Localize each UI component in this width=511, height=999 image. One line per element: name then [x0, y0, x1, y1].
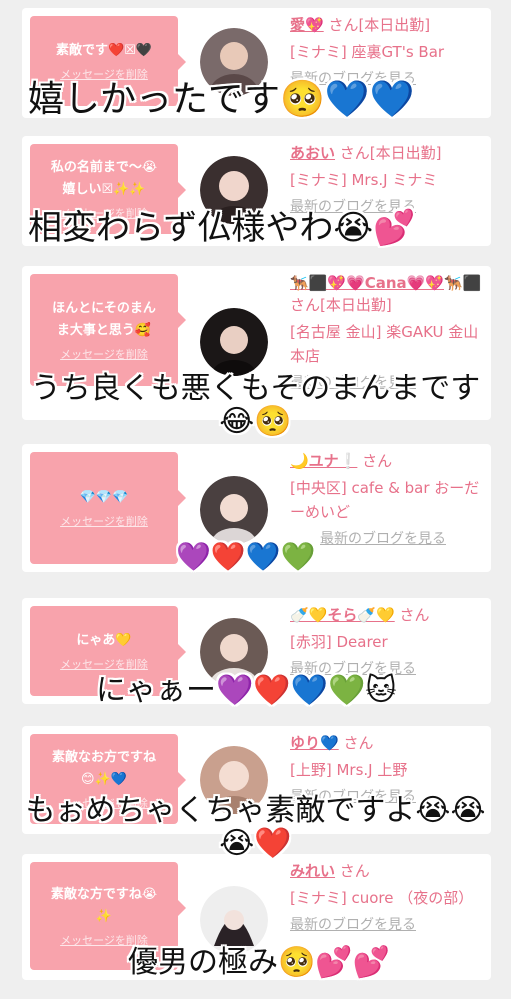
- message-text: 私の名前まで〜😭 嬉しい☒✨✨: [50, 160, 158, 197]
- message-text: 素敵です❤️☒🖤: [55, 43, 153, 58]
- shop-name: [中央区] cafe & bar おーだーめいど: [290, 479, 480, 521]
- sender-name[interactable]: 愛💖: [290, 16, 324, 34]
- overlay-caption: 優男の極み🥺💕💕: [128, 945, 391, 980]
- sender-suffix: さん[本日出勤]: [323, 16, 431, 34]
- message-feed: 素敵です❤️☒🖤 メッセージを削除 愛💖 さん[本日出勤] [ミナミ] 座裏GT…: [0, 0, 511, 999]
- sender-name[interactable]: あおい: [290, 144, 335, 162]
- overlay-caption: 💜❤️💙💚: [176, 540, 316, 573]
- avatar[interactable]: [200, 886, 268, 954]
- shop-name: [ミナミ] 座裏GT's Bar: [290, 43, 445, 61]
- message-text: にゃあ💛: [76, 633, 132, 648]
- sender-name[interactable]: 🍼💛そら🍼💛: [290, 606, 395, 624]
- sender-name[interactable]: 🐕‍🦺⬛💖💗Cana💗💖: [290, 274, 444, 292]
- delete-message-link[interactable]: メッセージを削除: [60, 346, 148, 362]
- sender-info: 🌙ユナ❕ さん [中央区] cafe & bar おーだーめいど 最新のブログを…: [290, 450, 486, 548]
- sender-info: 愛💖 さん[本日出勤] [ミナミ] 座裏GT's Bar 最新のブログを見る: [290, 14, 486, 88]
- message-text: 素敵な方ですね😭 ✨: [50, 887, 158, 924]
- shop-name: [名古屋 金山] 楽GAKU 金山本店: [290, 323, 479, 365]
- sender-suffix: さん: [357, 452, 393, 470]
- blog-link[interactable]: 最新のブログを見る: [290, 914, 486, 934]
- shop-name: [ミナミ] Mrs.J ミナミ: [290, 171, 438, 189]
- message-text: ほんとにそのまん ま大事と思う🥰: [52, 301, 156, 338]
- shop-name: [上野] Mrs.J 上野: [290, 761, 408, 779]
- message-bubble: 💎💎💎 メッセージを削除: [30, 452, 186, 564]
- shop-name: [赤羽] Dearer: [290, 633, 388, 651]
- avatar[interactable]: [200, 308, 268, 376]
- sender-suffix: さん: [335, 862, 370, 880]
- message-bubble: ほんとにそのまん ま大事と思う🥰 メッセージを削除: [30, 274, 186, 386]
- overlay-caption: にゃぁー💜❤️💙💚🐱: [96, 673, 397, 708]
- sender-info: あおい さん[本日出勤] [ミナミ] Mrs.J ミナミ 最新のブログを見る: [290, 142, 486, 216]
- delete-message-link[interactable]: メッセージを削除: [60, 656, 148, 672]
- sender-name[interactable]: みれい: [290, 862, 335, 880]
- avatar[interactable]: [200, 476, 268, 544]
- overlay-caption: 相変わらず仏様やわ😭💕: [28, 208, 416, 248]
- overlay-caption: 嬉しかったです🥺💙💙: [28, 79, 415, 120]
- message-text: 💎💎💎: [79, 490, 129, 505]
- overlay-caption: うち良くも悪くもそのまんまです 😂🥺: [30, 371, 481, 439]
- sender-suffix: さん: [338, 734, 374, 752]
- sender-name[interactable]: 🌙ユナ❕: [290, 452, 357, 470]
- sender-suffix: さん[本日出勤]: [335, 144, 442, 162]
- sender-suffix: さん: [394, 606, 430, 624]
- sender-info: みれい さん [ミナミ] cuore （夜の部） 最新のブログを見る: [290, 860, 486, 934]
- blog-link[interactable]: 最新のブログを見る: [320, 528, 486, 548]
- delete-message-link[interactable]: メッセージを削除: [60, 513, 148, 529]
- sender-name[interactable]: ゆり💙: [290, 734, 339, 752]
- shop-name: [ミナミ] cuore （夜の部）: [290, 889, 474, 907]
- overlay-caption: もぉめちゃくちゃ素敵ですよ😭😭 😭❤️: [25, 793, 486, 861]
- message-text: 素敵なお方ですね 😊✨💙: [51, 750, 156, 787]
- sender-info: 🍼💛そら🍼💛 さん [赤羽] Dearer 最新のブログを見る: [290, 604, 486, 678]
